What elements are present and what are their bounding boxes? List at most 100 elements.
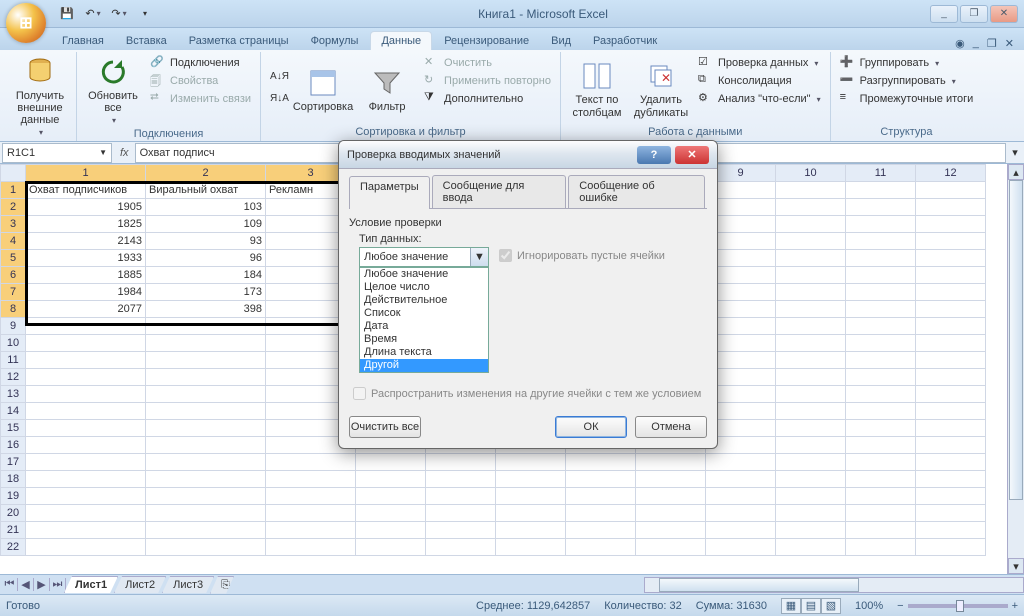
cell[interactable]: [26, 352, 146, 369]
row-header[interactable]: 12: [1, 369, 26, 386]
qat-undo-button[interactable]: ↶: [82, 3, 104, 25]
row-header[interactable]: 19: [1, 488, 26, 505]
cell[interactable]: [26, 335, 146, 352]
cell[interactable]: [566, 454, 636, 471]
cell[interactable]: [146, 352, 266, 369]
row-header[interactable]: 14: [1, 403, 26, 420]
cell[interactable]: [846, 420, 916, 437]
allow-option[interactable]: Список: [360, 307, 488, 320]
cell[interactable]: [916, 267, 986, 284]
cell[interactable]: [636, 539, 706, 556]
cell[interactable]: [846, 471, 916, 488]
cell[interactable]: [26, 454, 146, 471]
cell[interactable]: [706, 454, 776, 471]
cell[interactable]: Охват подписчиков: [26, 182, 146, 199]
cell[interactable]: [26, 437, 146, 454]
window-maximize-button[interactable]: ❐: [960, 5, 988, 23]
cell[interactable]: [916, 539, 986, 556]
cell[interactable]: [846, 369, 916, 386]
remove-duplicates-button[interactable]: ✕ Удалить дубликаты: [631, 54, 691, 125]
cell[interactable]: 2077: [26, 301, 146, 318]
cell[interactable]: [496, 522, 566, 539]
hscroll-thumb[interactable]: [659, 578, 859, 592]
cell[interactable]: [426, 488, 496, 505]
cell[interactable]: [356, 471, 426, 488]
cell[interactable]: [916, 437, 986, 454]
cell[interactable]: [776, 437, 846, 454]
cell[interactable]: [146, 522, 266, 539]
cell[interactable]: [266, 471, 356, 488]
dialog-tab-error-alert[interactable]: Сообщение об ошибке: [568, 175, 705, 208]
cell[interactable]: [26, 318, 146, 335]
cell[interactable]: [916, 420, 986, 437]
cell[interactable]: [916, 301, 986, 318]
column-header[interactable]: 12: [916, 165, 986, 182]
cell[interactable]: 1825: [26, 216, 146, 233]
cell[interactable]: [776, 369, 846, 386]
cell[interactable]: [846, 284, 916, 301]
column-header[interactable]: 11: [846, 165, 916, 182]
cell[interactable]: [776, 522, 846, 539]
cell[interactable]: [846, 539, 916, 556]
scroll-up-button[interactable]: ▴: [1008, 164, 1024, 180]
cell[interactable]: [26, 539, 146, 556]
workbook-close-button[interactable]: ✕: [1005, 37, 1014, 50]
cell[interactable]: [266, 539, 356, 556]
sort-button[interactable]: Сортировка: [293, 54, 353, 125]
apply-changes-input[interactable]: [353, 387, 366, 400]
cell[interactable]: [846, 182, 916, 199]
cell[interactable]: [636, 471, 706, 488]
office-button[interactable]: ⊞: [6, 3, 46, 43]
cell[interactable]: [846, 216, 916, 233]
dialog-titlebar[interactable]: Проверка вводимых значений ? ✕: [339, 141, 717, 169]
cell[interactable]: [636, 505, 706, 522]
cell[interactable]: [776, 352, 846, 369]
cell[interactable]: [26, 488, 146, 505]
what-if-button[interactable]: ⚙Анализ "что-если": [695, 90, 824, 108]
view-page-break-button[interactable]: ▧: [821, 598, 841, 614]
column-header[interactable]: 2: [146, 165, 266, 182]
cell[interactable]: [146, 369, 266, 386]
clear-all-button[interactable]: Очистить все: [349, 416, 421, 438]
formula-expand-button[interactable]: ▾: [1006, 146, 1024, 159]
sheet-tab-3[interactable]: Лист3: [162, 576, 214, 593]
dialog-tab-settings[interactable]: Параметры: [349, 176, 430, 209]
cell[interactable]: [776, 488, 846, 505]
cell[interactable]: [846, 233, 916, 250]
cell[interactable]: [916, 335, 986, 352]
cell[interactable]: [496, 471, 566, 488]
row-header[interactable]: 2: [1, 199, 26, 216]
cell[interactable]: [146, 488, 266, 505]
view-normal-button[interactable]: ▦: [781, 598, 801, 614]
cell[interactable]: [636, 488, 706, 505]
cell[interactable]: [426, 471, 496, 488]
cell[interactable]: [146, 539, 266, 556]
cell[interactable]: 1905: [26, 199, 146, 216]
cell[interactable]: [916, 488, 986, 505]
cell[interactable]: 1933: [26, 250, 146, 267]
cell[interactable]: [146, 335, 266, 352]
cell[interactable]: [846, 250, 916, 267]
cell[interactable]: [846, 335, 916, 352]
row-header[interactable]: 13: [1, 386, 26, 403]
cell[interactable]: 1984: [26, 284, 146, 301]
properties-button[interactable]: 🗐Свойства: [147, 72, 254, 90]
data-validation-button[interactable]: ☑Проверка данных: [695, 54, 824, 72]
row-header[interactable]: 5: [1, 250, 26, 267]
row-header[interactable]: 21: [1, 522, 26, 539]
cell[interactable]: [146, 318, 266, 335]
dialog-help-button[interactable]: ?: [637, 146, 671, 164]
cell[interactable]: [916, 250, 986, 267]
ok-button[interactable]: ОК: [555, 416, 627, 438]
tab-home[interactable]: Главная: [52, 32, 114, 50]
cell[interactable]: [776, 250, 846, 267]
row-header[interactable]: 18: [1, 471, 26, 488]
cell[interactable]: [776, 267, 846, 284]
sort-descending-button[interactable]: Я↓А: [267, 92, 289, 110]
ignore-blank-checkbox[interactable]: Игнорировать пустые ячейки: [499, 249, 665, 262]
cell[interactable]: [776, 233, 846, 250]
zoom-in-button[interactable]: +: [1012, 600, 1018, 612]
cell[interactable]: [356, 505, 426, 522]
cell[interactable]: [356, 488, 426, 505]
cell[interactable]: 173: [146, 284, 266, 301]
